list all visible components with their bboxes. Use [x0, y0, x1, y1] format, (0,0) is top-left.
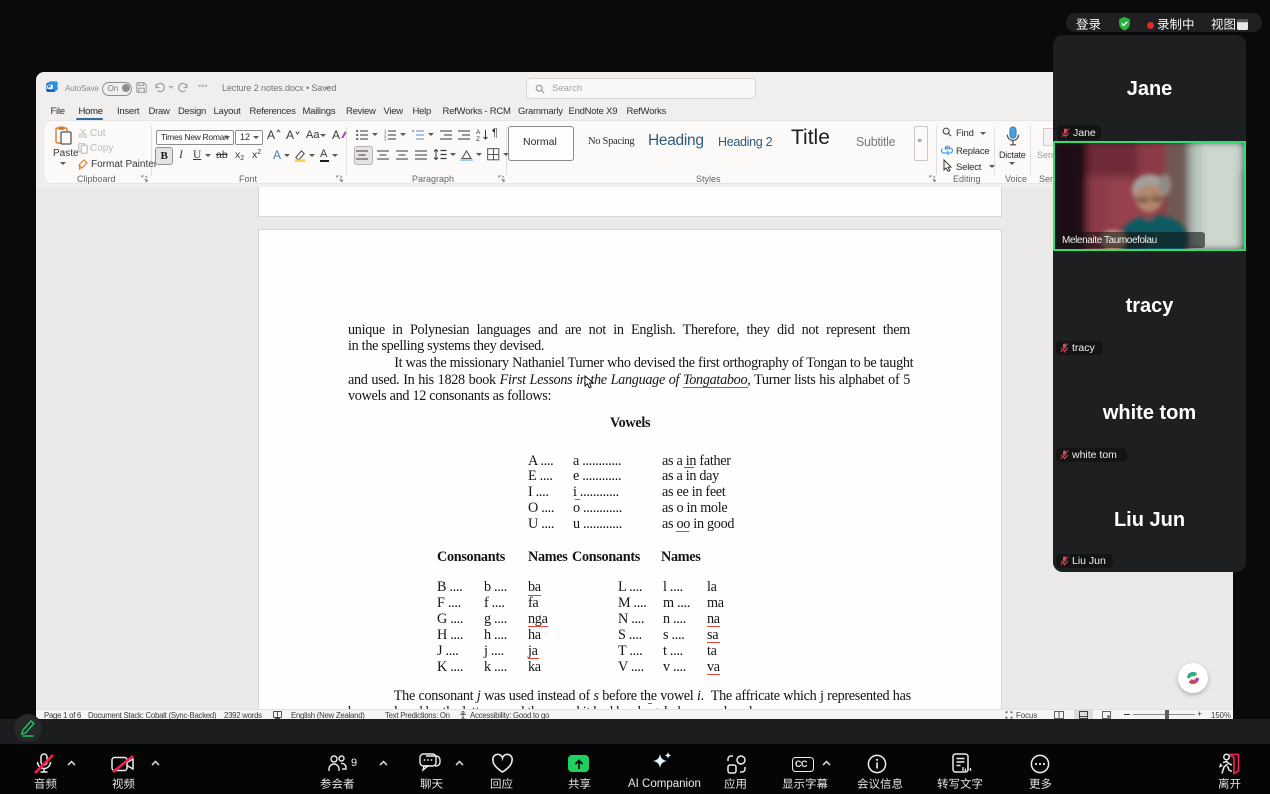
svg-text:A: A: [476, 129, 481, 136]
svg-text:3: 3: [384, 137, 387, 142]
svg-text:Z: Z: [476, 136, 480, 143]
